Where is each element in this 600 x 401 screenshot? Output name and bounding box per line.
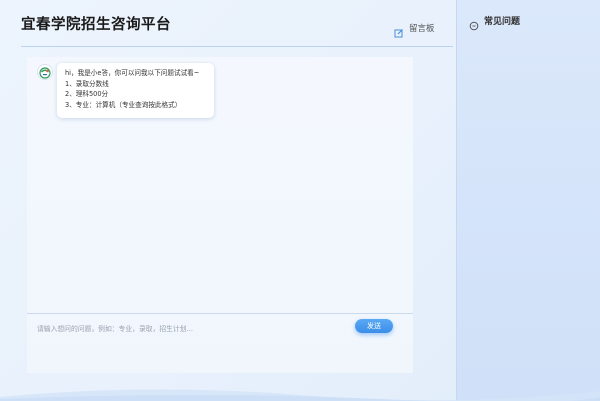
bot-avatar-icon	[37, 64, 53, 80]
page-header: 宜春学院招生咨询平台 留言板	[21, 0, 453, 47]
message-board-button[interactable]: 留言板	[394, 21, 435, 38]
chat-panel: hi，我是小e答，你可以问我以下问题试试看~ 1、录取分数线 2、理科500分 …	[27, 57, 413, 373]
message-line: 2、理科500分	[65, 90, 109, 98]
message-line: 3、专业：计算机（专业查询按此格式）	[65, 100, 182, 109]
chat-input-row: 请输入想问的问题，例如：专业，录取，招生计划... 发送	[27, 313, 413, 354]
faq-title: 常见问题	[484, 17, 521, 27]
faq-header[interactable]: 常见问题	[469, 14, 521, 30]
bot-message-bubble: hi，我是小e答，你可以问我以下问题试试看~ 1、录取分数线 2、理科500分 …	[57, 63, 214, 118]
message-board-label: 留言板	[409, 24, 435, 34]
main-area: 宜春学院招生咨询平台 留言板 hi，我是小e答，你可以问我以下问题试试看~ 1、…	[0, 0, 456, 401]
faq-sidebar: 常见问题	[456, 0, 600, 401]
send-button[interactable]: 发送	[355, 319, 393, 333]
page-title: 宜春学院招生咨询平台	[21, 17, 171, 33]
message-line: 1、录取分数线	[65, 79, 109, 88]
message-line: hi，我是小e答，你可以问我以下问题试试看~	[65, 69, 200, 77]
chat-bubble-icon	[469, 16, 479, 30]
edit-icon	[394, 23, 404, 38]
chat-input[interactable]: 请输入想问的问题，例如：专业，录取，招生计划...	[37, 323, 193, 333]
